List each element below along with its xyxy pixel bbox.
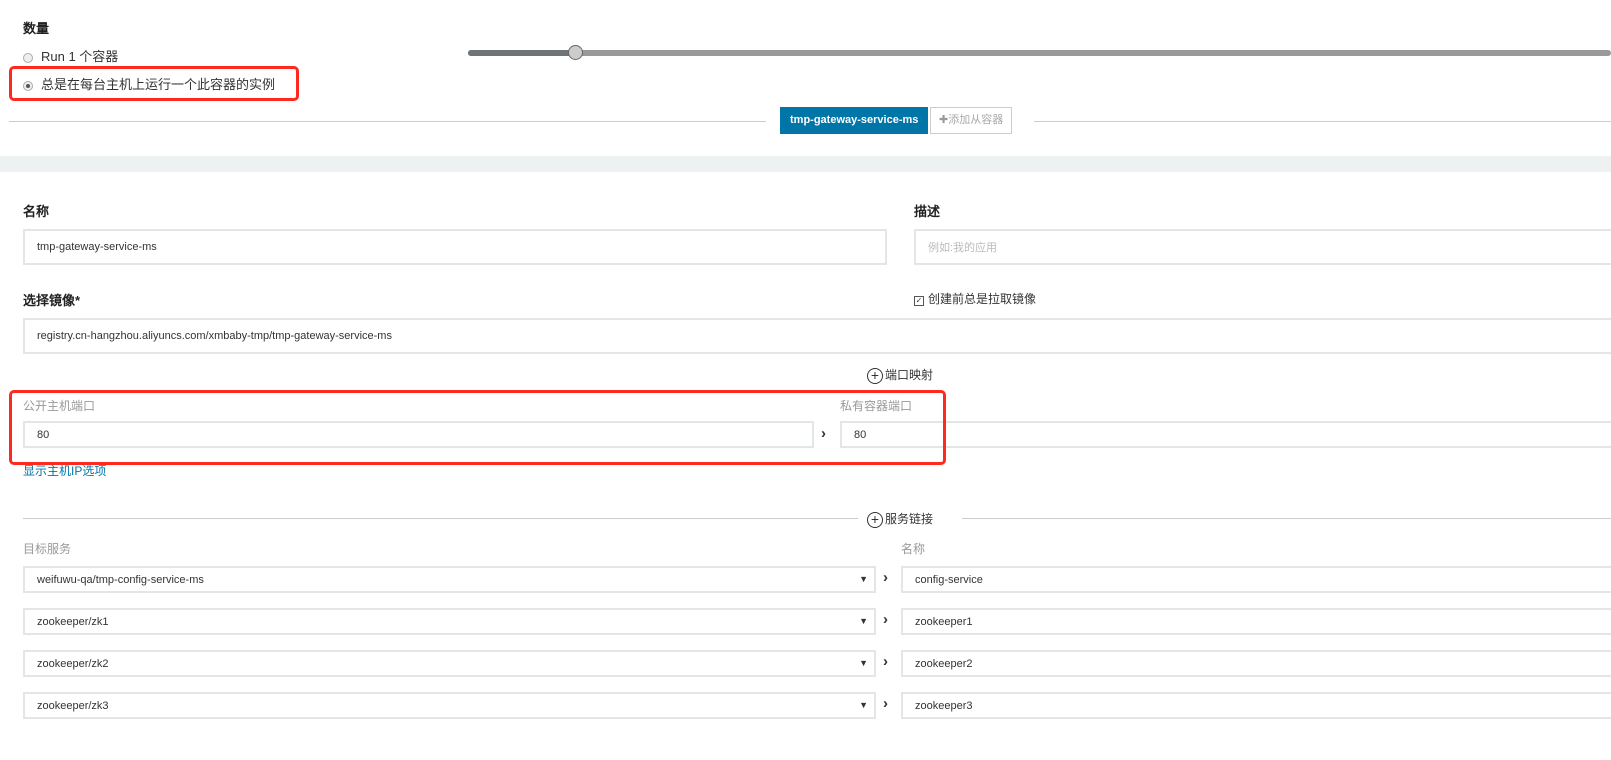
chevron-right-icon: ›	[883, 569, 888, 586]
add-port-mapping-button[interactable]: + 端口映射	[867, 366, 933, 384]
add-service-link-button[interactable]: + 服务链接	[867, 510, 933, 528]
image-label: 选择镜像*	[23, 293, 81, 308]
chevron-right-icon: ›	[883, 611, 888, 628]
caret-down-icon: ▼	[859, 574, 868, 584]
radio-icon[interactable]	[23, 52, 33, 63]
link-alias-input[interactable]: zookeeper2	[901, 650, 1611, 677]
target-service-select[interactable]: zookeeper/zk2 ▼	[23, 650, 876, 677]
description-label: 描述	[914, 204, 941, 219]
link-name-label: 名称	[901, 542, 926, 556]
caret-down-icon: ▼	[859, 616, 868, 626]
scale-title: 数量	[23, 21, 50, 36]
scale-slider[interactable]	[468, 45, 1611, 60]
slider-handle[interactable]	[568, 45, 583, 60]
plus-circle-icon: +	[867, 367, 883, 384]
add-sidekick-button[interactable]: ✚添加从容器	[930, 107, 1013, 134]
target-service-select[interactable]: zookeeper/zk3 ▼	[23, 692, 876, 719]
name-label: 名称	[23, 204, 50, 219]
name-input[interactable]: tmp-gateway-service-ms	[23, 229, 887, 265]
radio-run-one[interactable]: Run 1 个容器	[23, 46, 118, 65]
tab-main-container[interactable]: tmp-gateway-service-ms	[780, 107, 929, 134]
chevron-right-icon: ›	[883, 653, 888, 670]
link-alias-input[interactable]: config-service	[901, 566, 1611, 593]
plus-icon: ✚	[939, 114, 949, 126]
private-port-input[interactable]: 80	[840, 421, 1611, 448]
target-service-label: 目标服务	[23, 542, 72, 556]
caret-down-icon: ▼	[859, 658, 868, 668]
always-pull-checkbox[interactable]: ✓ 创建前总是拉取镜像	[914, 290, 1036, 307]
checkbox-checked-icon[interactable]: ✓	[914, 296, 924, 306]
show-host-ip-link[interactable]: 显示主机IP选项	[23, 462, 106, 479]
highlight-box	[9, 390, 946, 465]
plus-circle-icon: +	[867, 511, 883, 528]
link-alias-input[interactable]: zookeeper3	[901, 692, 1611, 719]
target-service-select[interactable]: weifuwu-qa/tmp-config-service-ms ▼	[23, 566, 876, 593]
description-input[interactable]: 例如:我的应用	[914, 229, 1611, 265]
link-alias-input[interactable]: zookeeper1	[901, 608, 1611, 635]
highlight-box	[9, 66, 299, 101]
caret-down-icon: ▼	[859, 700, 868, 710]
target-service-select[interactable]: zookeeper/zk1 ▼	[23, 608, 876, 635]
image-input[interactable]: registry.cn-hangzhou.aliyuncs.com/xmbaby…	[23, 318, 1611, 354]
chevron-right-icon: ›	[883, 695, 888, 712]
section-divider	[0, 156, 1611, 172]
